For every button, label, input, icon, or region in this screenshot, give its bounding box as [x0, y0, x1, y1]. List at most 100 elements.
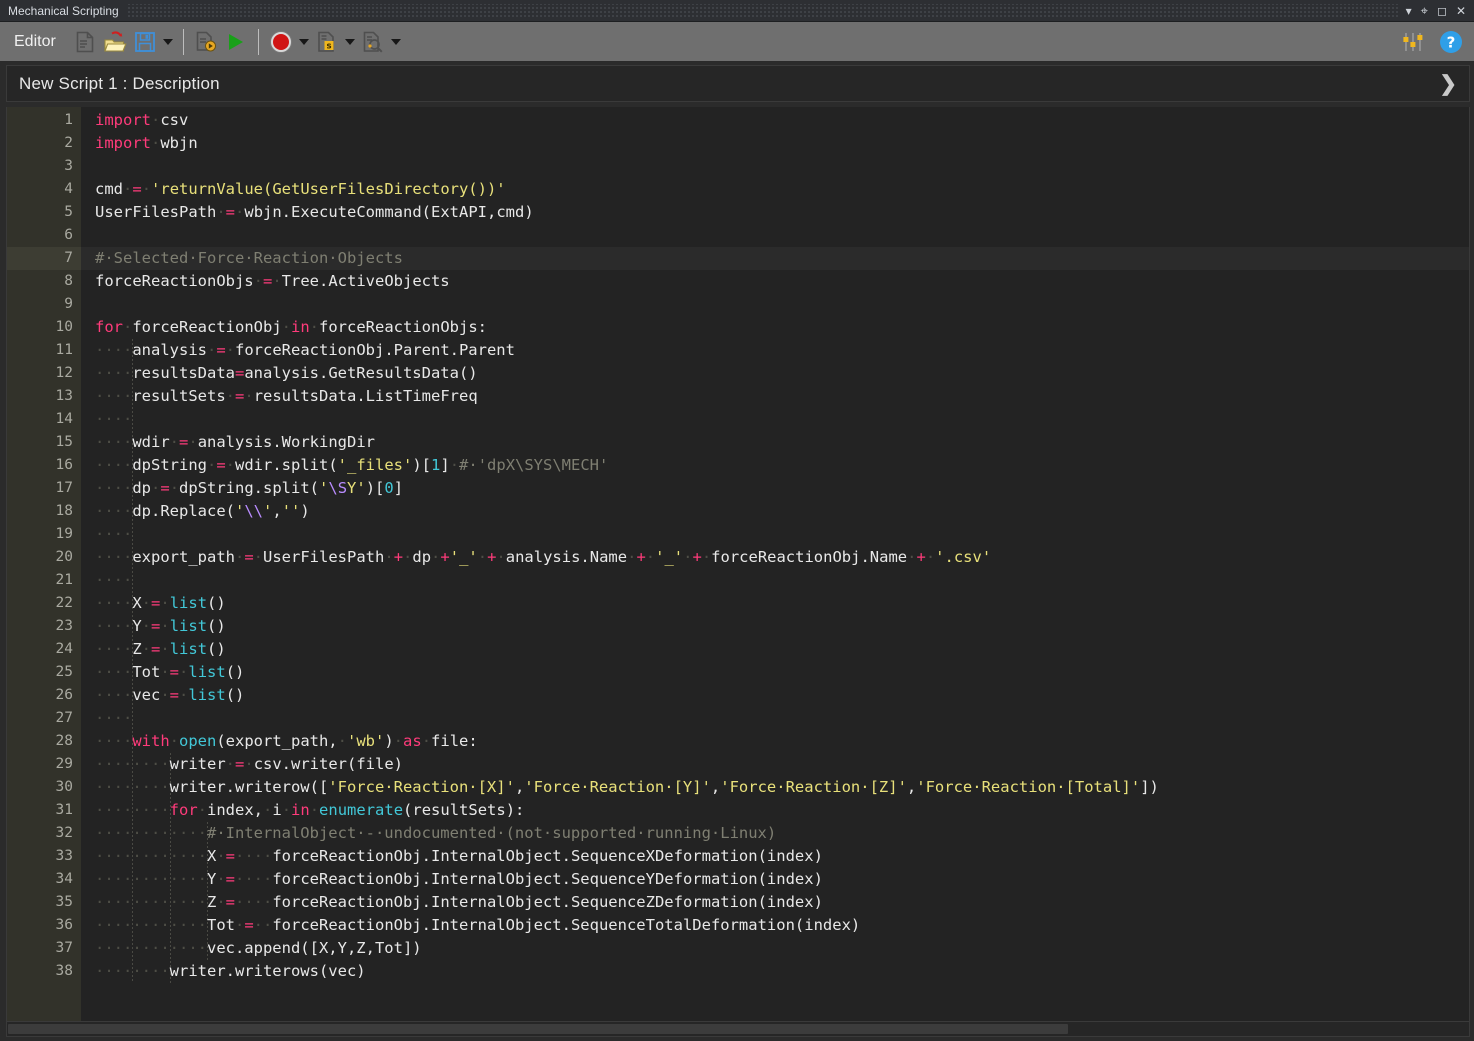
run-script-button[interactable] — [221, 27, 251, 57]
line-number: 21 — [55, 572, 73, 588]
code-line[interactable]: for·forceReactionObj·in·forceReactionObj… — [81, 316, 1469, 339]
horizontal-scrollbar[interactable] — [7, 1021, 1469, 1036]
code-line[interactable]: ···· — [81, 523, 1469, 546]
code-token-pl: export_path — [132, 548, 235, 566]
horizontal-scrollbar-thumb[interactable] — [8, 1024, 1068, 1034]
code-token-kw: in — [291, 318, 310, 336]
code-token-pl: resultSets — [132, 387, 226, 405]
code-line[interactable]: ····resultsData=analysis.GetResultsData(… — [81, 362, 1469, 385]
code-line[interactable]: ············X·=····forceReactionObj.Inte… — [81, 845, 1469, 868]
run-actions-group — [191, 27, 251, 57]
code-token-ws: · — [151, 479, 161, 497]
code-text-area[interactable]: import·csv import·wbjn cmd·=·'returnValue… — [81, 107, 1469, 1021]
code-token-pl: Tree.ActiveObjects — [281, 272, 450, 290]
code-token-ws: ·· — [253, 916, 273, 934]
script-header-bar[interactable]: New Script 1 : Description ❯ — [6, 65, 1470, 102]
find-dropdown-button[interactable] — [388, 27, 404, 57]
open-script-button[interactable] — [100, 27, 130, 57]
pin-icon[interactable]: ⌖ — [1421, 4, 1428, 17]
code-token-ws: ············ — [95, 824, 207, 842]
svg-text:s: s — [326, 41, 331, 51]
code-line[interactable]: #·Selected·Force·Reaction·Objects — [81, 247, 1469, 270]
line-number: 6 — [64, 227, 73, 243]
code-line[interactable] — [81, 224, 1469, 247]
code-token-pl: resultsData — [132, 364, 235, 382]
code-line[interactable]: ····X·=·list() — [81, 592, 1469, 615]
titlebar-dropdown-icon[interactable]: ▾ — [1406, 5, 1412, 17]
code-token-pl: writer — [169, 755, 226, 773]
code-line[interactable]: ········for·index,·i·in·enumerate(result… — [81, 799, 1469, 822]
code-editor-body[interactable]: 1 2 3 4 5 6 7 8 9 10 11 12 13 14 15 16 17 18 19 20 21 22 23 24 2… — [7, 107, 1469, 1021]
help-button[interactable]: ? — [1436, 27, 1466, 57]
code-line[interactable]: UserFilesPath·=·wbjn.ExecuteCommand(ExtA… — [81, 201, 1469, 224]
record-dropdown-button[interactable] — [296, 27, 312, 57]
code-line[interactable]: forceReactionObjs·=·Tree.ActiveObjects — [81, 270, 1469, 293]
code-token-kw: for — [169, 801, 198, 819]
code-line[interactable]: ········writer.writerows(vec) — [81, 960, 1469, 983]
code-token-ws: · — [253, 548, 264, 566]
code-token-ws: · — [123, 318, 133, 336]
code-token-op: = — [225, 847, 236, 865]
find-script-button[interactable] — [358, 27, 388, 57]
snippet-dropdown-button[interactable] — [342, 27, 358, 57]
code-token-pl: ] — [393, 479, 404, 497]
line-number: 25 — [55, 664, 73, 680]
code-line[interactable]: ········writer·=·csv.writer(file) — [81, 753, 1469, 776]
code-token-str: '_files' — [337, 456, 413, 474]
code-line[interactable]: import·wbjn — [81, 132, 1469, 155]
code-line[interactable]: ···· — [81, 569, 1469, 592]
debug-run-button[interactable] — [191, 27, 221, 57]
code-line[interactable]: ············vec.append([X,Y,Z,Tot]) — [81, 937, 1469, 960]
line-number: 37 — [55, 940, 73, 956]
code-line[interactable]: ····dp.Replace('\\','') — [81, 500, 1469, 523]
code-line[interactable]: ············#·InternalObject·-·undocumen… — [81, 822, 1469, 845]
code-token-str: '' — [281, 502, 301, 520]
code-line[interactable] — [81, 293, 1469, 316]
code-line[interactable]: ····analysis·=·forceReactionObj.Parent.P… — [81, 339, 1469, 362]
code-line[interactable]: ········writer.writerow(['Force·Reaction… — [81, 776, 1469, 799]
code-line[interactable]: ····wdir·=·analysis.WorkingDir — [81, 431, 1469, 454]
code-token-pl: vec.append([X,Y,Z,Tot]) — [206, 939, 422, 957]
code-line[interactable]: import·csv — [81, 109, 1469, 132]
code-line[interactable]: ···· — [81, 408, 1469, 431]
close-icon[interactable]: ✕ — [1456, 5, 1466, 17]
code-token-ws: · — [225, 755, 235, 773]
save-dropdown-button[interactable] — [160, 27, 176, 57]
new-script-button[interactable] — [70, 27, 100, 57]
code-line[interactable]: ····vec·=·list() — [81, 684, 1469, 707]
record-button[interactable] — [266, 27, 296, 57]
code-line[interactable]: ···· — [81, 707, 1469, 730]
code-line[interactable]: ····with·open(export_path,·'wb')·as·file… — [81, 730, 1469, 753]
code-token-op: = — [216, 456, 226, 474]
code-token-ws: ···· — [95, 341, 133, 359]
code-line[interactable]: cmd·=·'returnValue(GetUserFilesDirectory… — [81, 178, 1469, 201]
code-token-pl: dp — [412, 548, 432, 566]
code-token-pl: ]) — [1140, 778, 1159, 796]
expand-chevron-icon[interactable]: ❯ — [1439, 73, 1457, 94]
code-line[interactable]: ····export_path·=·UserFilesPath·+·dp·+'_… — [81, 546, 1469, 569]
code-line[interactable]: ············Z·=····forceReactionObj.Inte… — [81, 891, 1469, 914]
snippet-button[interactable]: s — [312, 27, 342, 57]
code-line[interactable]: ············Tot·=··forceReactionObj.Inte… — [81, 914, 1469, 937]
line-number: 11 — [55, 342, 73, 358]
code-line[interactable]: ····dp·=·dpString.split('\SY')[0] — [81, 477, 1469, 500]
code-token-ws: · — [151, 111, 161, 129]
maximize-icon[interactable]: ◻ — [1437, 5, 1447, 17]
line-number: 29 — [55, 756, 73, 772]
code-line[interactable]: ····Tot·=·list() — [81, 661, 1469, 684]
save-script-button[interactable] — [130, 27, 160, 57]
code-line[interactable]: ····Y·=·list() — [81, 615, 1469, 638]
code-line[interactable]: ····resultSets·=·resultsData.ListTimeFre… — [81, 385, 1469, 408]
line-number: 26 — [55, 687, 73, 703]
code-line[interactable]: ····dpString·=·wdir.split('_files')[1]·#… — [81, 454, 1469, 477]
code-token-pl: analysis.Name — [505, 548, 628, 566]
code-line[interactable]: ····Z·=·list() — [81, 638, 1469, 661]
code-line[interactable]: ············Y·=····forceReactionObj.Inte… — [81, 868, 1469, 891]
code-token-pl: X — [132, 594, 142, 612]
settings-sliders-button[interactable] — [1398, 27, 1428, 57]
code-token-ws: · — [141, 180, 152, 198]
code-token-op: + — [393, 548, 404, 566]
code-token-pl: (export_path, — [216, 732, 338, 750]
code-line[interactable] — [81, 155, 1469, 178]
code-token-ws: · — [337, 732, 347, 750]
